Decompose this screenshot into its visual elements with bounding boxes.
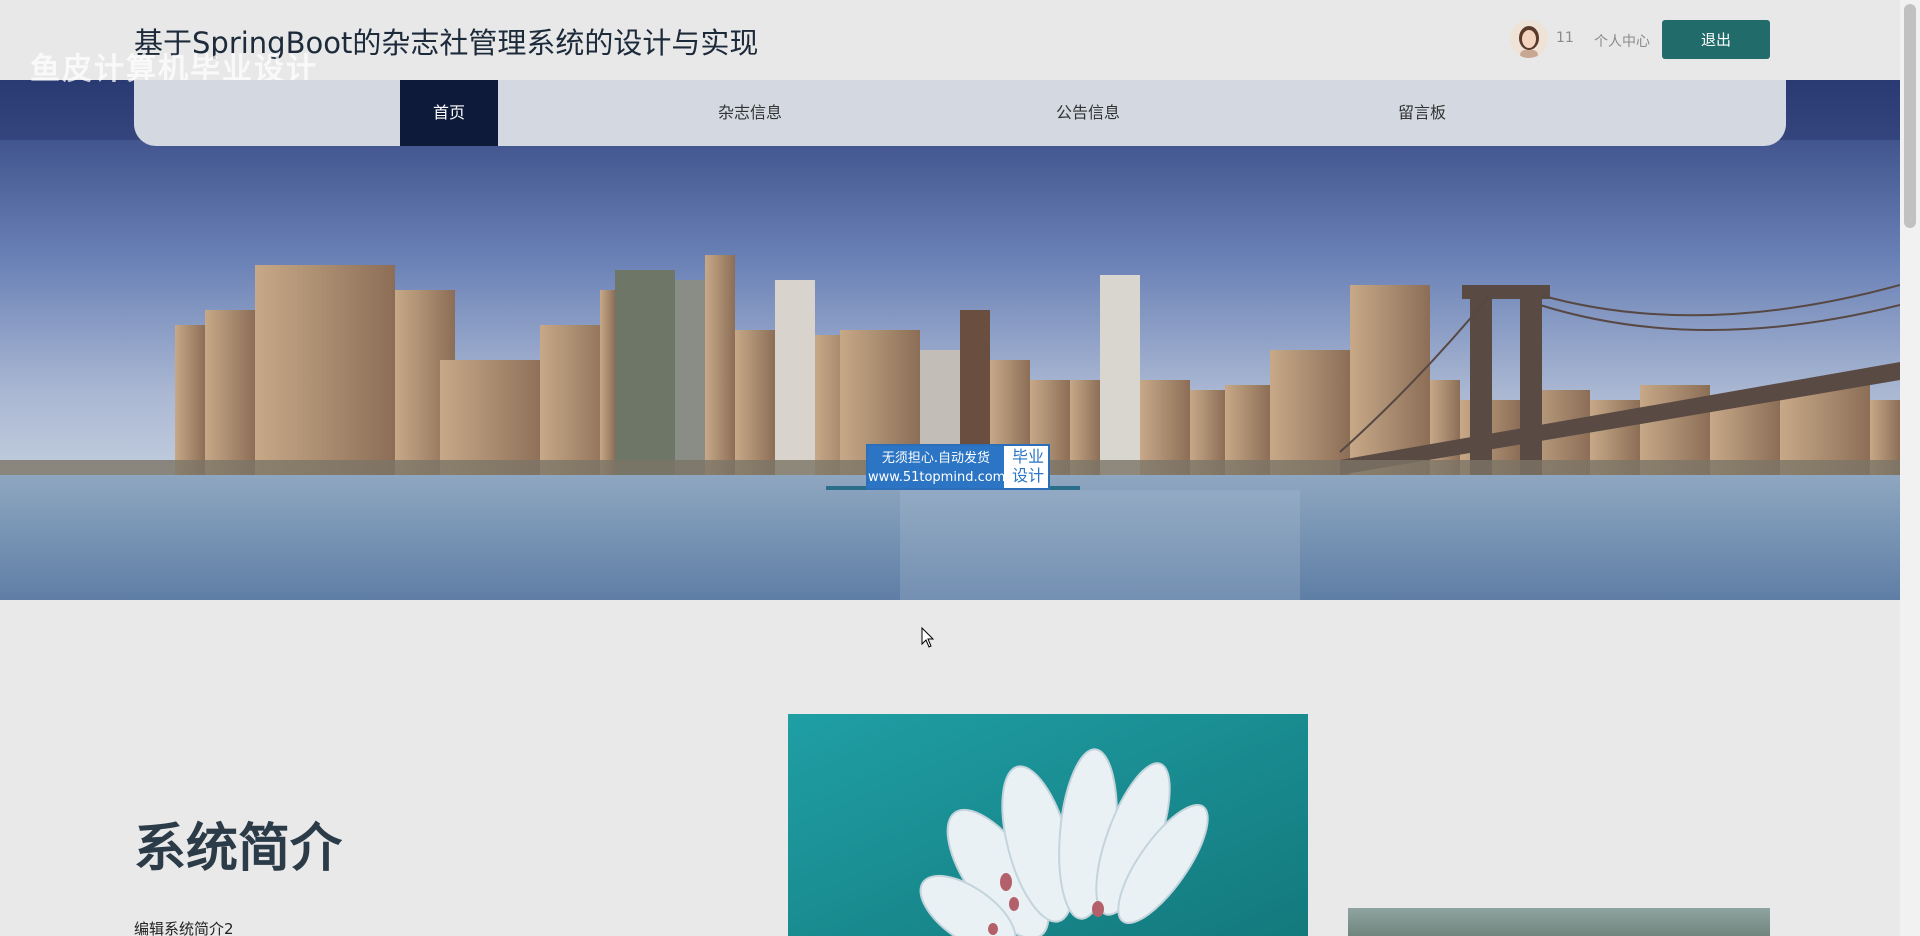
logout-button[interactable]: 退出 [1662,20,1770,59]
city-skyline-image [0,80,1900,600]
intro-title: 系统简介 [134,819,343,879]
username: 11 [1556,30,1574,46]
nav-item-message-board[interactable]: 留言板 [1362,80,1482,146]
promo-right-2: 设计 [1011,466,1044,485]
promo-right-1: 毕业 [1011,447,1044,466]
nav-item-magazine[interactable]: 杂志信息 [690,80,810,146]
promo-badge: 无须担心.自动发货 www.51topmind.com 毕业 设计 [866,444,1050,490]
user-avatar[interactable] [1510,20,1548,58]
nav-item-home[interactable]: 首页 [400,80,498,146]
mouse-cursor-icon [921,627,935,648]
flower-image [788,714,1308,936]
scrollbar-thumb[interactable] [1904,4,1916,228]
promo-line-1: 无须担心.自动发货 [881,451,991,466]
main-nav: 首页 杂志信息 公告信息 留言板 [134,80,1786,146]
avatar-icon [1510,20,1548,58]
profile-link[interactable]: 个人中心 [1594,31,1650,51]
promo-badge-left: 无须担心.自动发货 www.51topmind.com [868,446,1006,488]
landscape-image [1348,908,1770,936]
hero-banner [0,80,1900,600]
intro-text: 编辑系统简介2 [134,920,234,936]
promo-line-2: www.51topmind.com [868,470,1006,485]
nav-item-announcement[interactable]: 公告信息 [1028,80,1148,146]
promo-badge-right: 毕业 设计 [1008,447,1048,487]
flower-icon [788,714,1308,936]
page: 基于SpringBoot的杂志社管理系统的设计与实现 11 个人中心 退出 鱼皮… [0,0,1920,936]
